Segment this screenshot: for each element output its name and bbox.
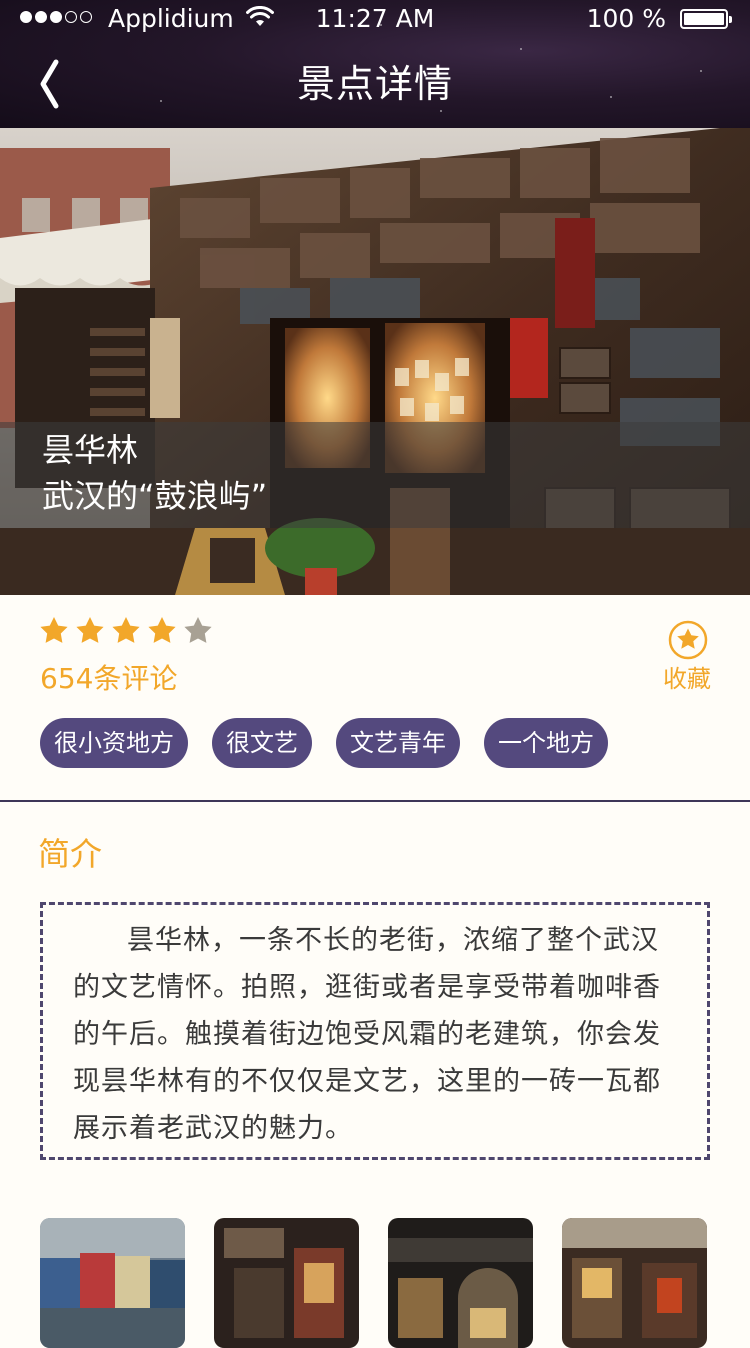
- thumbnail-image: [214, 1218, 359, 1348]
- star-empty-icon: [184, 617, 212, 643]
- page-title: 景点详情: [296, 62, 453, 106]
- tag-chip[interactable]: 很文艺: [212, 718, 312, 768]
- thumbnail-image: [562, 1218, 707, 1348]
- star-filled-icon: [40, 617, 68, 643]
- review-count-link[interactable]: 654条评论: [40, 660, 177, 698]
- photo-gallery: [40, 1218, 707, 1348]
- star-sparkle: [440, 110, 442, 112]
- gallery-thumbnail[interactable]: [214, 1218, 359, 1348]
- intro-box: 昙华林，一条不长的老街，浓缩了整个武汉的文艺情怀。拍照，逛街或者是享受带着咖啡香…: [40, 902, 710, 1160]
- favorite-button[interactable]: 收藏: [652, 620, 722, 700]
- status-bar: Applidium 11:27 AM 100 %: [0, 0, 750, 38]
- section-divider: [0, 800, 750, 802]
- tag-list: 很小资地方 很文艺 文艺青年 一个地方: [40, 718, 608, 768]
- thumbnail-image: [40, 1218, 185, 1348]
- tag-chip[interactable]: 文艺青年: [336, 718, 460, 768]
- thumbnail-image: [388, 1218, 533, 1348]
- battery-percentage: 100 %: [586, 4, 666, 33]
- favorite-label: 收藏: [663, 665, 711, 693]
- star-filled-icon: [112, 617, 140, 643]
- tag-chip[interactable]: 一个地方: [484, 718, 608, 768]
- gallery-thumbnail[interactable]: [40, 1218, 185, 1348]
- tag-chip[interactable]: 很小资地方: [40, 718, 188, 768]
- attraction-subtitle: 武汉的“鼓浪屿”: [42, 477, 268, 515]
- star-rating: [38, 615, 214, 647]
- intro-heading: 简介: [38, 835, 103, 873]
- battery-icon: [680, 9, 732, 29]
- star-sparkle: [520, 48, 522, 50]
- hero-caption: 昙华林 武汉的“鼓浪屿”: [0, 422, 750, 528]
- gallery-thumbnail[interactable]: [562, 1218, 707, 1348]
- hero-image: 昙华林 武汉的“鼓浪屿”: [0, 128, 750, 595]
- star-circle-icon: [668, 620, 708, 660]
- star-filled-icon: [76, 617, 104, 643]
- star-filled-icon: [148, 617, 176, 643]
- header: Applidium 11:27 AM 100 % 景点详情: [0, 0, 750, 128]
- gallery-thumbnail[interactable]: [388, 1218, 533, 1348]
- attraction-name: 昙华林: [42, 431, 139, 469]
- intro-text: 昙华林，一条不长的老街，浓缩了整个武汉的文艺情怀。拍照，逛街或者是享受带着咖啡香…: [73, 925, 661, 1144]
